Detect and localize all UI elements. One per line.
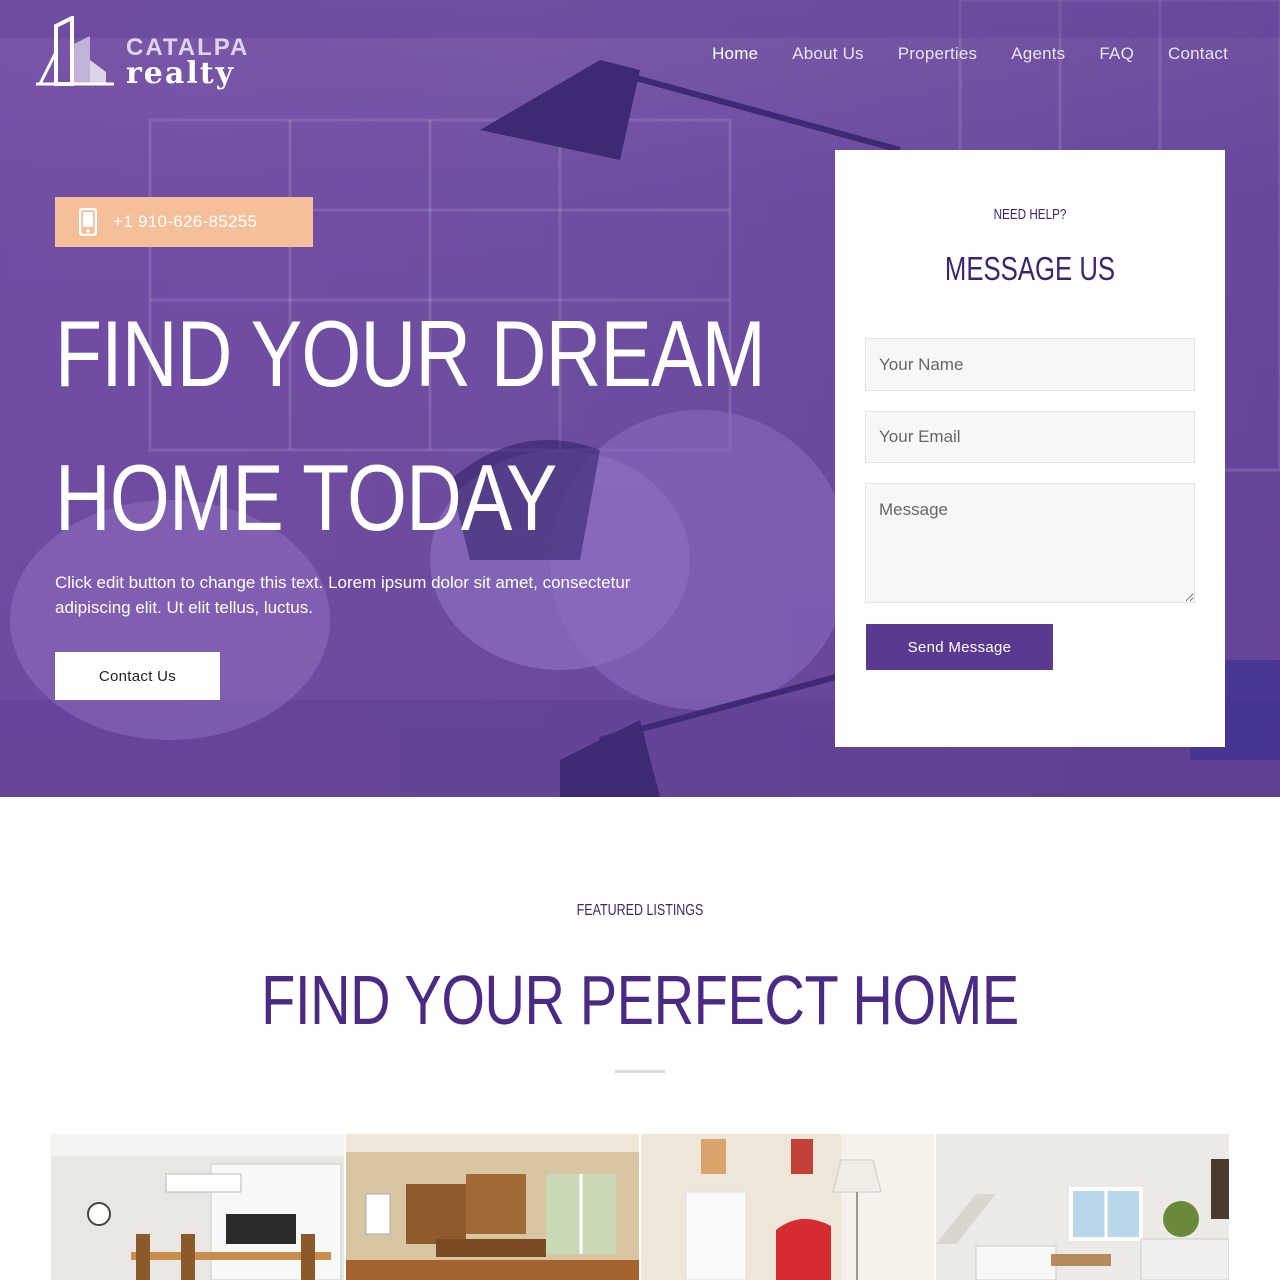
brand-name-bottom: realty (126, 56, 236, 91)
section-divider (615, 1070, 665, 1073)
nav-item-faq[interactable]: FAQ (1099, 42, 1134, 66)
phone-number: +1 910-626-85255 (113, 212, 258, 231)
hero-title-line-1: FIND YOUR DREAM (55, 301, 766, 406)
hero-description: Click edit button to change this text. L… (55, 573, 631, 617)
nav-item-properties[interactable]: Properties (898, 42, 977, 66)
name-field[interactable] (865, 338, 1195, 391)
listing-card[interactable] (51, 1134, 344, 1280)
hero-title-line-2: HOME TODAY (55, 445, 557, 550)
listing-card[interactable] (936, 1134, 1229, 1280)
contact-us-button[interactable]: Contact Us (55, 652, 220, 700)
featured-title: FIND YOUR PERFECT HOME (261, 961, 1019, 1039)
message-field[interactable] (865, 483, 1195, 603)
nav-item-home[interactable]: Home (712, 42, 758, 66)
listing-card[interactable] (346, 1134, 639, 1280)
listing-photo (936, 1134, 1229, 1280)
nav-item-contact[interactable]: Contact (1168, 42, 1228, 66)
nav-item-about-us[interactable]: About Us (792, 42, 864, 66)
nav-item-agents[interactable]: Agents (1011, 42, 1065, 66)
send-message-button[interactable]: Send Message (866, 624, 1053, 670)
hero-title: FIND YOUR DREAM HOME TODAY (55, 282, 777, 570)
phone-badge[interactable]: +1 910-626-85255 (55, 197, 313, 247)
form-title: MESSAGE US (944, 250, 1116, 287)
hero-section: CATALPA realty Home About Us Properties … (0, 0, 1280, 797)
brand-logo[interactable]: CATALPA realty (34, 16, 247, 92)
building-logo-icon (36, 16, 114, 86)
main-nav: Home About Us Properties Agents FAQ Cont… (712, 42, 1228, 66)
featured-eyebrow: FEATURED LISTINGS (576, 902, 704, 919)
smartphone-icon (79, 208, 97, 236)
listing-photo (51, 1134, 344, 1280)
listing-photo (346, 1134, 639, 1280)
form-eyebrow: NEED HELP? (993, 206, 1067, 223)
listing-photo (641, 1134, 934, 1280)
message-form-card: NEED HELP? MESSAGE US Send Message (835, 150, 1225, 747)
email-field[interactable] (865, 411, 1195, 463)
listing-card[interactable] (641, 1134, 934, 1280)
